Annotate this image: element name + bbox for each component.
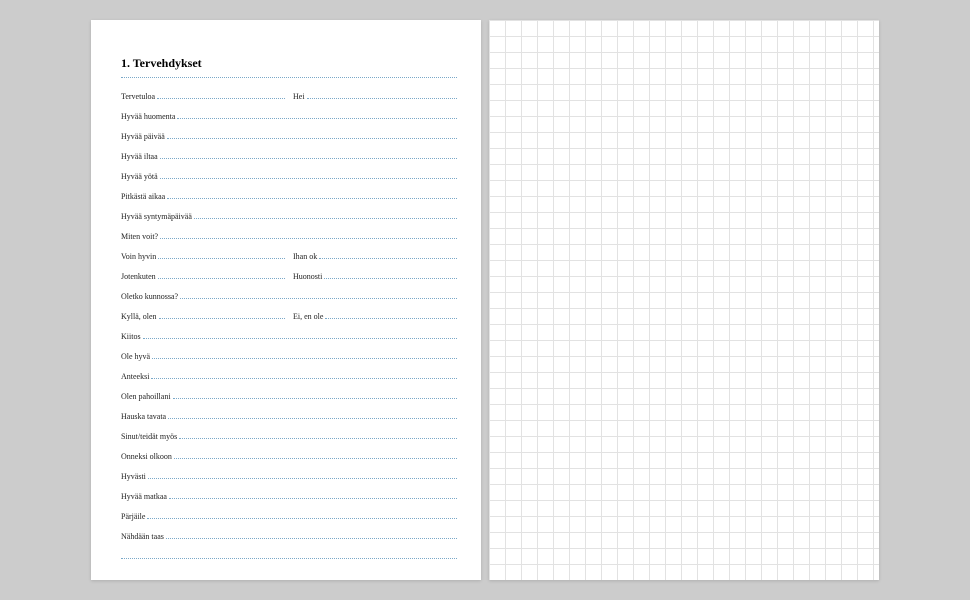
vocab-row: Hyvää huomenta (121, 112, 457, 121)
vocab-row: Tervetuloa Hei (121, 92, 457, 101)
vocab-half-right: Huonosti (293, 272, 457, 281)
page-spread: 1. Tervehdykset Tervetuloa Hei Hyvää huome… (91, 20, 879, 580)
vocab-half-left: Tervetuloa (121, 92, 285, 101)
vocab-row: Hyvää yötä (121, 172, 457, 181)
vocab-term: Hyvää matkaa (121, 493, 169, 501)
vocab-row: Sinut/teidät myös (121, 432, 457, 441)
vocab-term: Tervetuloa (121, 93, 157, 101)
fill-line (194, 212, 457, 219)
fill-line (160, 232, 457, 239)
vocab-term: Sinut/teidät myös (121, 433, 179, 441)
fill-line (160, 172, 457, 179)
fill-line (325, 312, 457, 319)
vocab-row: Pitkästä aikaa (121, 192, 457, 201)
vocab-half-left: Jotenkuten (121, 272, 285, 281)
vocab-term: Anteeksi (121, 373, 151, 381)
vocab-row: Kyllä, olen Ei, en ole (121, 312, 457, 321)
fill-line (157, 92, 285, 99)
vocab-row: Oletko kunnossa? (121, 292, 457, 301)
vocab-row: Hyvää päivää (121, 132, 457, 141)
fill-line (319, 252, 457, 259)
fill-line (158, 272, 285, 279)
fill-line (174, 452, 457, 459)
fill-line (307, 92, 457, 99)
vocab-row: Onneksi olkoon (121, 452, 457, 461)
vocab-row: Olen pahoillani (121, 392, 457, 401)
section-title: 1. Tervehdykset (121, 56, 457, 71)
vocab-row: Anteeksi (121, 372, 457, 381)
vocab-term: Nähdään taas (121, 533, 166, 541)
vocab-term: Onneksi olkoon (121, 453, 174, 461)
fill-line (180, 292, 457, 299)
vocab-term: Miten voit? (121, 233, 160, 241)
fill-line (147, 512, 457, 519)
fill-line (121, 552, 457, 559)
vocab-row: Hyvästi (121, 472, 457, 481)
vocab-term: Jotenkuten (121, 273, 158, 281)
vocab-row: Hyvää matkaa (121, 492, 457, 501)
left-page: 1. Tervehdykset Tervetuloa Hei Hyvää huome… (91, 20, 481, 580)
fill-line (151, 372, 457, 379)
vocab-term: Hyvää yötä (121, 173, 160, 181)
right-page-grid (489, 20, 879, 580)
vocab-row: Jotenkuten Huonosti (121, 272, 457, 281)
vocab-term: Huonosti (293, 273, 324, 281)
fill-line (179, 432, 457, 439)
vocab-term: Olen pahoillani (121, 393, 173, 401)
fill-line (169, 492, 457, 499)
vocab-term: Kiitos (121, 333, 143, 341)
fill-line (324, 272, 457, 279)
vocab-term: Hyvää päivää (121, 133, 167, 141)
vocab-term: Hyvästi (121, 473, 148, 481)
vocab-half-left: Voin hyvin (121, 252, 285, 261)
vocab-half-right: Ei, en ole (293, 312, 457, 321)
vocab-row: Ole hyvä (121, 352, 457, 361)
fill-line (152, 352, 457, 359)
vocab-term: Ei, en ole (293, 313, 325, 321)
vocab-row: Voin hyvin Ihan ok (121, 252, 457, 261)
vocab-row: Hauska tavata (121, 412, 457, 421)
fill-line (148, 472, 457, 479)
fill-line (159, 312, 285, 319)
vocab-term: Kyllä, olen (121, 313, 159, 321)
vocab-term: Oletko kunnossa? (121, 293, 180, 301)
vocab-row: Miten voit? (121, 232, 457, 241)
vocab-half-right: Hei (293, 92, 457, 101)
vocab-term: Hyvää huomenta (121, 113, 177, 121)
fill-line (166, 532, 457, 539)
fill-line (160, 152, 457, 159)
fill-line (173, 392, 457, 399)
vocab-term: Pärjäile (121, 513, 147, 521)
fill-line (158, 252, 285, 259)
fill-line (143, 332, 457, 339)
vocab-term: Hauska tavata (121, 413, 168, 421)
vocab-row (121, 552, 457, 559)
vocab-row: Kiitos (121, 332, 457, 341)
vocabulary-list: Tervetuloa Hei Hyvää huomenta Hyvää päivää H… (121, 92, 457, 559)
vocab-row: Pärjäile (121, 512, 457, 521)
vocab-term: Hyvää iltaa (121, 153, 160, 161)
vocab-half-right: Ihan ok (293, 252, 457, 261)
title-underline (121, 77, 457, 78)
vocab-row: Hyvää syntymäpäivää (121, 212, 457, 221)
vocab-row: Nähdään taas (121, 532, 457, 541)
vocab-term: Pitkästä aikaa (121, 193, 167, 201)
fill-line (177, 112, 457, 119)
vocab-term: Hei (293, 93, 307, 101)
vocab-term: Ole hyvä (121, 353, 152, 361)
vocab-term: Hyvää syntymäpäivää (121, 213, 194, 221)
fill-line (168, 412, 457, 419)
vocab-half-left: Kyllä, olen (121, 312, 285, 321)
vocab-row: Hyvää iltaa (121, 152, 457, 161)
fill-line (167, 192, 457, 199)
vocab-term: Voin hyvin (121, 253, 158, 261)
vocab-term: Ihan ok (293, 253, 319, 261)
fill-line (167, 132, 457, 139)
